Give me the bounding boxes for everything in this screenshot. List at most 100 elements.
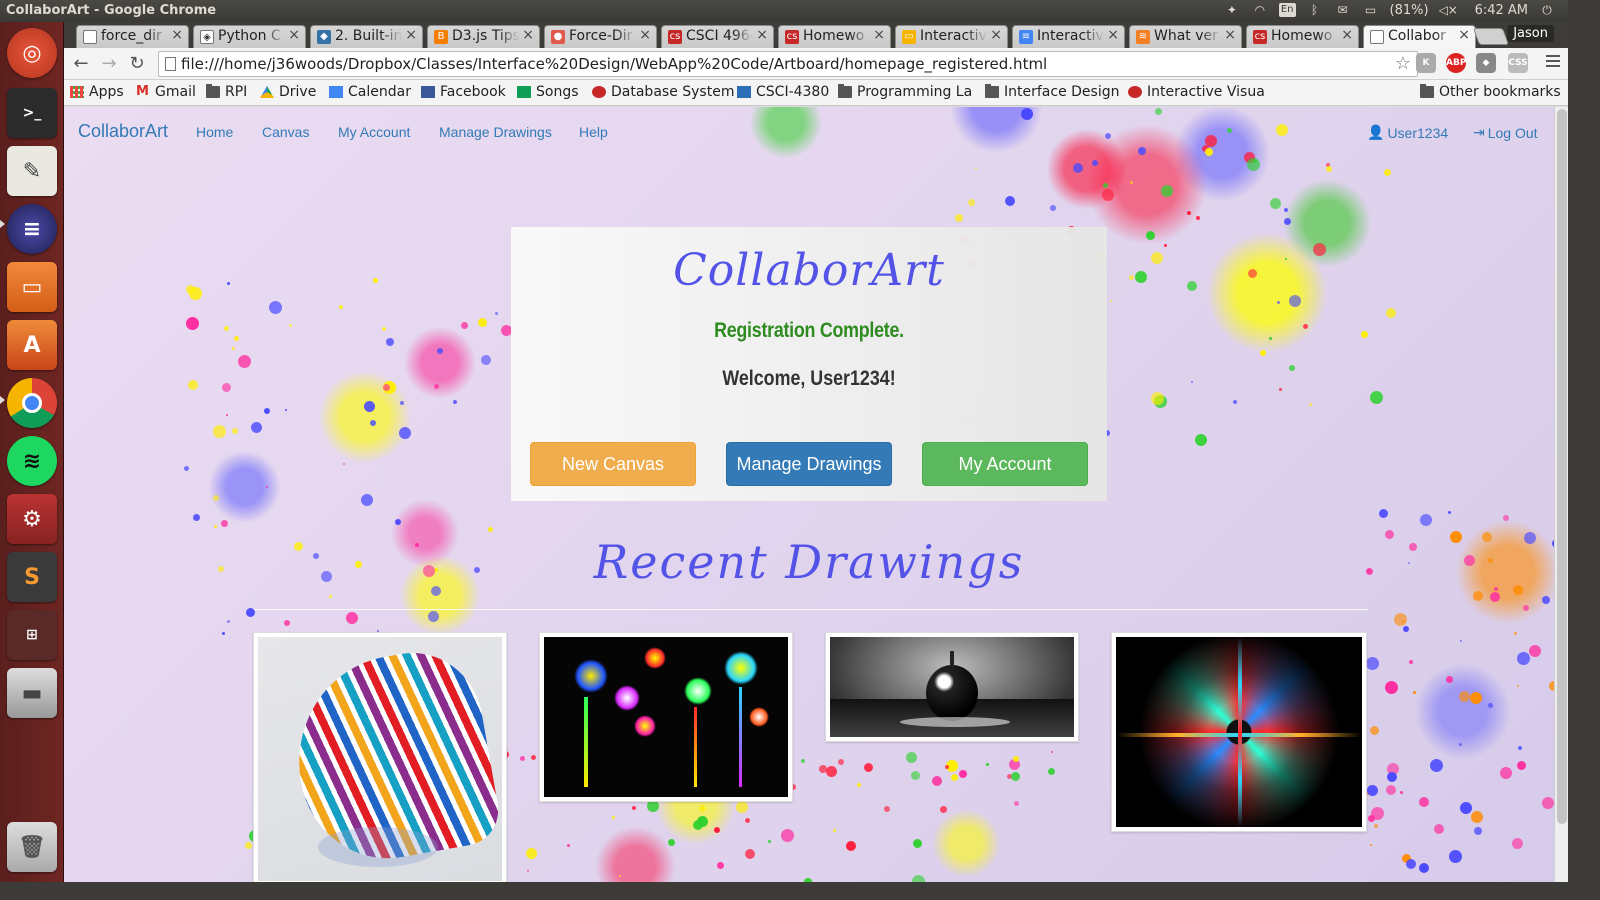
- tab-close-icon[interactable]: ×: [1224, 27, 1236, 43]
- bookmark-item[interactable]: Database System: [592, 84, 734, 100]
- volume-icon[interactable]: ◁×: [1439, 2, 1458, 18]
- keyboard-layout-badge[interactable]: En: [1278, 3, 1296, 17]
- page-scrollbar[interactable]: [1554, 107, 1568, 882]
- tab-close-icon[interactable]: ×: [873, 27, 885, 43]
- extension-css-icon[interactable]: CSS: [1508, 53, 1528, 73]
- terminal-icon[interactable]: >_: [7, 88, 57, 138]
- clock[interactable]: 6:42 AM: [1475, 3, 1528, 18]
- tab-close-icon[interactable]: ×: [1458, 27, 1470, 43]
- paint-dot: [736, 801, 749, 814]
- nav-manage-drawings[interactable]: Manage Drawings: [439, 124, 552, 140]
- tab-close-icon[interactable]: ×: [756, 27, 768, 43]
- nav-home[interactable]: Home: [196, 124, 233, 140]
- browser-tab[interactable]: ● Force-Dir ×: [544, 25, 657, 48]
- nav-user[interactable]: 👤 User1234: [1367, 124, 1448, 141]
- tab-label: Homewo: [803, 28, 865, 44]
- browser-tab[interactable]: cs CSCI 4964 ×: [661, 25, 774, 48]
- tab-label: Collabor: [1388, 28, 1446, 44]
- bookmark-item[interactable]: RPI: [206, 84, 247, 100]
- tab-close-icon[interactable]: ×: [990, 27, 1002, 43]
- extension-k-icon[interactable]: K: [1416, 53, 1436, 73]
- bookmark-item[interactable]: Interactive Visua: [1128, 84, 1265, 100]
- forward-icon[interactable]: →: [98, 53, 120, 75]
- extension-shield-icon[interactable]: ◆: [1476, 53, 1496, 73]
- nav-canvas[interactable]: Canvas: [262, 124, 309, 140]
- files-icon[interactable]: ▭: [7, 262, 57, 312]
- bookmark-item[interactable]: Apps: [70, 84, 124, 100]
- browser-tab[interactable]: force_dir ×: [76, 25, 189, 48]
- browser-tab[interactable]: ≡ Interactiv ×: [1012, 25, 1125, 48]
- browser-tab[interactable]: cs Homewo ×: [778, 25, 891, 48]
- tab-close-icon[interactable]: ×: [522, 27, 534, 43]
- my-account-button[interactable]: My Account: [922, 442, 1088, 486]
- bookmark-item[interactable]: Facebook: [421, 84, 506, 100]
- browser-tab[interactable]: B D3.js Tips ×: [427, 25, 540, 48]
- drawing-thumbnail-zebra[interactable]: [253, 632, 507, 882]
- bookmark-item[interactable]: Songs: [517, 84, 579, 100]
- drawing-thumbnail-fractal[interactable]: [1111, 632, 1367, 832]
- bookmark-item[interactable]: Drive: [260, 84, 316, 100]
- disk-drive-icon[interactable]: ▬: [7, 668, 57, 718]
- tab-close-icon[interactable]: ×: [1107, 27, 1119, 43]
- new-canvas-button[interactable]: New Canvas: [530, 442, 696, 486]
- battery-icon[interactable]: ▭: [1362, 2, 1380, 18]
- bookmarks-bar: Apps M Gmail RPI Drive Calendar Facebook Songs D…: [64, 80, 1568, 106]
- tab-favicon-icon: cs: [668, 30, 682, 44]
- nav-help[interactable]: Help: [579, 124, 608, 140]
- adblock-icon[interactable]: ABP: [1446, 53, 1466, 73]
- bookmark-star-icon[interactable]: ☆: [1395, 53, 1411, 74]
- spotify-icon[interactable]: ≋: [7, 436, 57, 486]
- text-editor-icon[interactable]: ✎: [7, 146, 57, 196]
- window-title: CollaborArt - Google Chrome: [6, 3, 217, 18]
- trash-icon[interactable]: 🗑: [7, 822, 57, 872]
- manage-drawings-button[interactable]: Manage Drawings: [726, 442, 892, 486]
- browser-tab[interactable]: cs Homewo ×: [1246, 25, 1359, 48]
- reload-icon[interactable]: ↻: [126, 53, 148, 75]
- power-icon[interactable]: ⏻: [1538, 2, 1556, 18]
- eclipse-icon[interactable]: ≡: [7, 204, 57, 254]
- sublime-text-icon[interactable]: S: [7, 552, 57, 602]
- url-text[interactable]: file:///home/j36woods/Dropbox/Classes/In…: [181, 55, 1047, 73]
- tab-close-icon[interactable]: ×: [405, 27, 417, 43]
- scrollbar-thumb[interactable]: [1557, 109, 1567, 824]
- paint-dot: [1516, 652, 1530, 666]
- wifi-icon[interactable]: ◠: [1251, 2, 1269, 18]
- ubuntu-dash-icon[interactable]: ◎: [7, 28, 57, 78]
- software-center-icon[interactable]: A: [7, 320, 57, 370]
- bookmark-item[interactable]: Interface Design: [985, 84, 1119, 100]
- browser-tab[interactable]: ▭ Interactiv ×: [895, 25, 1008, 48]
- other-bookmarks[interactable]: Other bookmarks: [1420, 84, 1561, 100]
- tab-close-icon[interactable]: ×: [171, 27, 183, 43]
- paint-dot: [1130, 180, 1134, 184]
- chrome-icon[interactable]: [7, 378, 57, 428]
- browser-tab[interactable]: ◈ Python C ×: [193, 25, 306, 48]
- browser-tab[interactable]: ≋ What ver ×: [1129, 25, 1242, 48]
- nav-logout[interactable]: ⇥ Log Out: [1473, 124, 1538, 141]
- profile-button[interactable]: Jason: [1507, 25, 1554, 42]
- bookmark-item[interactable]: CSCI-4380: [737, 84, 829, 100]
- drawing-thumbnail-neon-flowers[interactable]: [539, 632, 793, 802]
- paint-dot: [1401, 619, 1405, 623]
- chrome-menu-icon[interactable]: [1546, 55, 1560, 70]
- browser-tab[interactable]: Collabor ×: [1363, 25, 1476, 49]
- workspace-switcher-icon[interactable]: ⊞: [7, 610, 57, 660]
- paint-dot: [373, 278, 379, 284]
- drawing-thumbnail-apple[interactable]: [825, 632, 1079, 742]
- nav-my-account[interactable]: My Account: [338, 124, 410, 140]
- tab-close-icon[interactable]: ×: [288, 27, 300, 43]
- new-tab-button[interactable]: [1472, 28, 1510, 45]
- site-brand[interactable]: CollaborArt: [78, 121, 168, 142]
- bookmark-item[interactable]: M Gmail: [136, 84, 196, 100]
- tab-close-icon[interactable]: ×: [1341, 27, 1353, 43]
- back-icon[interactable]: ←: [70, 53, 92, 75]
- bookmark-item[interactable]: Calendar: [329, 84, 411, 100]
- dropbox-icon[interactable]: ✦: [1223, 2, 1241, 18]
- address-bar[interactable]: file:///home/j36woods/Dropbox/Classes/In…: [158, 51, 1418, 77]
- browser-tab[interactable]: ◆ 2. Built-in ×: [310, 25, 423, 48]
- battery-percent[interactable]: (81%): [1390, 3, 1429, 18]
- mail-icon[interactable]: ✉: [1334, 2, 1352, 18]
- tab-close-icon[interactable]: ×: [639, 27, 651, 43]
- bluetooth-icon[interactable]: ᛒ: [1306, 2, 1324, 18]
- system-settings-icon[interactable]: ⚙: [7, 494, 57, 544]
- bookmark-item[interactable]: Programming La: [838, 84, 972, 100]
